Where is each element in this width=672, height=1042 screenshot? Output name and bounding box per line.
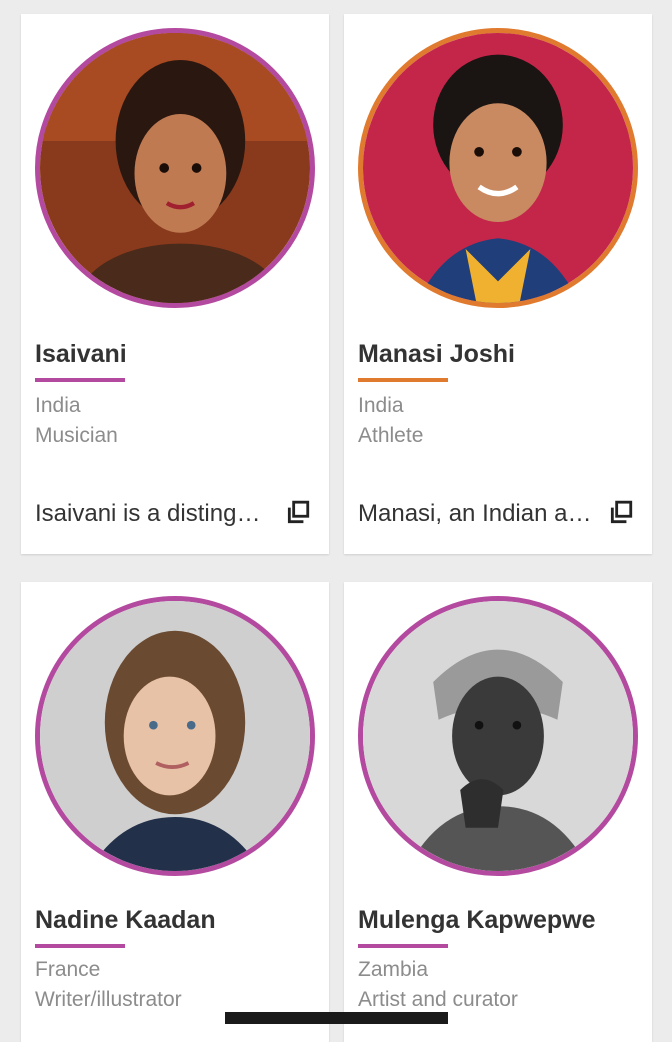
profile-card[interactable]: Mulenga Kapwepwe Zambia Artist and curat… [344,582,652,1042]
person-name: Nadine Kaadan [35,906,216,934]
name-underline [358,378,448,382]
name-underline [35,944,125,948]
person-role: Writer/illustrator [35,988,182,1011]
open-in-new-icon[interactable] [608,500,634,526]
person-country: India [358,394,404,417]
person-role: Artist and curator [358,988,518,1011]
person-description[interactable]: Manasi, an Indian athlete [358,500,593,528]
avatar [35,596,315,876]
person-country: France [35,958,101,981]
person-role: Musician [35,424,118,447]
profile-card[interactable]: Isaivani India Musician Isaivani is a di… [21,14,329,554]
profile-card[interactable]: Manasi Joshi India Athlete Manasi, an In… [344,14,652,554]
person-country: India [35,394,81,417]
avatar [35,28,315,308]
person-role: Athlete [358,424,424,447]
open-in-new-icon[interactable] [285,500,311,526]
name-underline [358,944,448,948]
avatar [358,28,638,308]
avatar [358,596,638,876]
person-name: Mulenga Kapwepwe [358,906,596,934]
person-country: Zambia [358,958,429,981]
person-name: Isaivani [35,340,127,368]
person-description[interactable]: Isaivani is a distinguished musician [35,500,270,528]
home-indicator[interactable] [225,1012,448,1024]
name-underline [35,378,125,382]
profile-card[interactable]: Nadine Kaadan France Writer/illustrator [21,582,329,1042]
person-name: Manasi Joshi [358,340,515,368]
